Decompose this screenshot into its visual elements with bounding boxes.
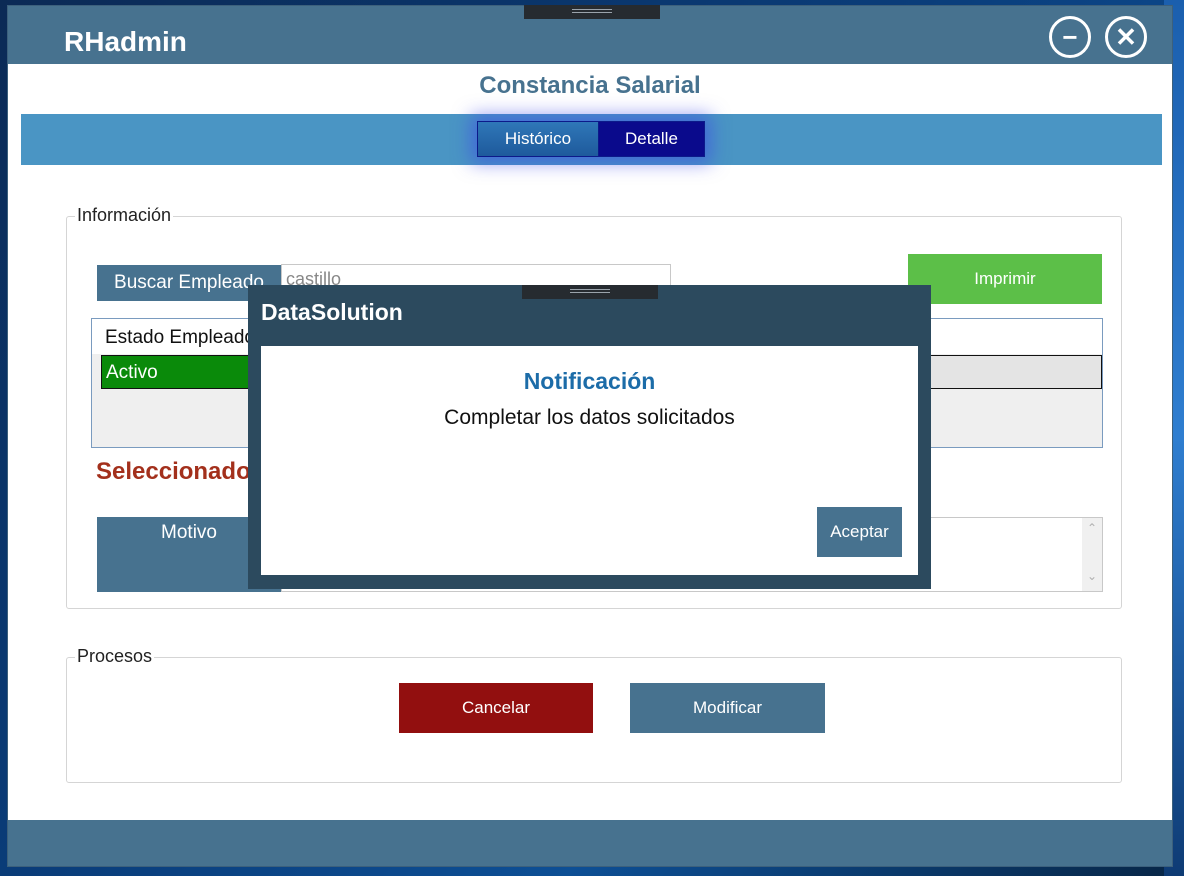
estado-cell[interactable]: Activo — [102, 356, 262, 388]
close-button[interactable]: ✕ — [1105, 16, 1147, 58]
tab-group: Histórico Detalle — [477, 121, 705, 157]
dialog-body: Notificación Completar los datos solicit… — [261, 346, 918, 575]
x-circle-icon: ✕ — [1115, 21, 1137, 52]
tab-historico[interactable]: Histórico — [478, 122, 599, 156]
cancel-button[interactable]: Cancelar — [399, 683, 593, 733]
drag-handle[interactable] — [524, 5, 660, 19]
dialog-heading: Notificación — [523, 368, 656, 394]
minimize-button[interactable]: − — [1049, 16, 1091, 58]
dialog-message: Completar los datos solicitados — [444, 406, 735, 429]
status-bar — [8, 820, 1172, 866]
motivo-scrollbar[interactable]: ⌃ ⌄ — [1082, 518, 1102, 591]
dialog-drag-handle[interactable] — [522, 285, 658, 299]
app-title: RHadmin — [64, 26, 187, 57]
scroll-down-icon[interactable]: ⌄ — [1082, 569, 1102, 583]
informacion-legend: Información — [75, 205, 174, 226]
tab-detalle[interactable]: Detalle — [598, 122, 704, 156]
scroll-up-icon[interactable]: ⌃ — [1082, 521, 1102, 535]
minus-circle-icon: − — [1062, 21, 1078, 52]
selected-label: Seleccionado — [96, 458, 251, 485]
modify-button[interactable]: Modificar — [630, 683, 825, 733]
notification-dialog: DataSolution Notificación Completar los … — [248, 285, 931, 589]
procesos-legend: Procesos — [75, 646, 155, 667]
procesos-group: Procesos — [66, 646, 1122, 783]
title-bar[interactable]: RHadmin − ✕ — [8, 5, 1172, 64]
accept-button[interactable]: Aceptar — [817, 507, 902, 557]
print-button[interactable]: Imprimir — [908, 254, 1102, 304]
tab-bar: Histórico Detalle — [21, 114, 1162, 165]
page-title: Constancia Salarial — [479, 72, 701, 99]
dialog-title: DataSolution — [261, 299, 403, 325]
